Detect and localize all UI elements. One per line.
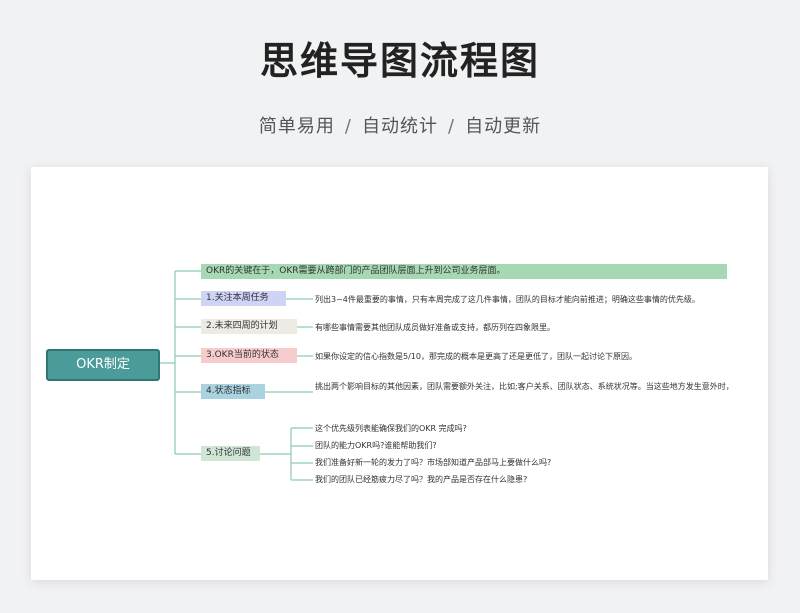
branch-okr-key[interactable]: OKR的关键在于，OKR需要从跨部门的产品团队层面上升到公司业务层面。 <box>201 264 727 279</box>
root-node[interactable]: OKR制定 <box>46 349 160 381</box>
detail-discussion-3: 我们准备好新一轮的发力了吗？市场部知道产品部马上要做什么吗? <box>315 458 552 467</box>
separator: / <box>448 116 456 137</box>
feature-easy: 简单易用 <box>258 116 335 137</box>
detail-four-week-plan: 有哪些事情需要其他团队成员做好准备或支持，都历列在四象限里。 <box>315 323 555 332</box>
separator: / <box>344 116 352 137</box>
detail-status-metrics: 挑出两个影响目标的其他因素，团队需要额外关注，比如;客户关系、团队状态、系统状况… <box>315 382 734 391</box>
branch-four-week-plan[interactable]: 2.未来四周的计划 <box>201 319 297 334</box>
detail-discussion-4: 我们的团队已经筋疲力尽了吗？我的产品是否存在什么隐患? <box>315 475 528 484</box>
feature-update: 自动更新 <box>465 116 542 137</box>
branch-okr-status[interactable]: 3.OKR当前的状态 <box>201 348 297 363</box>
detail-discussion-2: 团队的能力OKR吗?谁能帮助我们? <box>315 441 437 450</box>
detail-discussion-1: 这个优先级列表能确保我们的OKR 完成吗? <box>315 424 467 433</box>
page-title: 思维导图流程图 <box>259 39 540 83</box>
detail-okr-status: 如果你设定的信心指数是5/10，那完成的概本是更高了还是更低了，团队一起讨论下原… <box>315 352 637 361</box>
branch-discussion[interactable]: 5.讨论问题 <box>201 446 260 461</box>
feature-tagline: 简单易用 / 自动统计 / 自动更新 <box>0 112 800 138</box>
mindmap-canvas: OKR制定 OKR的关键在于，OKR需要从跨部门的产品团队层面上升到公司业务层面… <box>31 167 768 580</box>
branch-status-metrics[interactable]: 4.状态指标 <box>201 384 265 399</box>
detail-weekly-tasks: 列出3~4件最重要的事情，只有本周完成了这几件事情，团队的目标才能向前推进；明确… <box>315 295 700 304</box>
connector-detail-5 <box>260 427 313 481</box>
branch-weekly-tasks[interactable]: 1.关注本周任务 <box>201 291 286 306</box>
feature-stats: 自动统计 <box>362 116 438 137</box>
